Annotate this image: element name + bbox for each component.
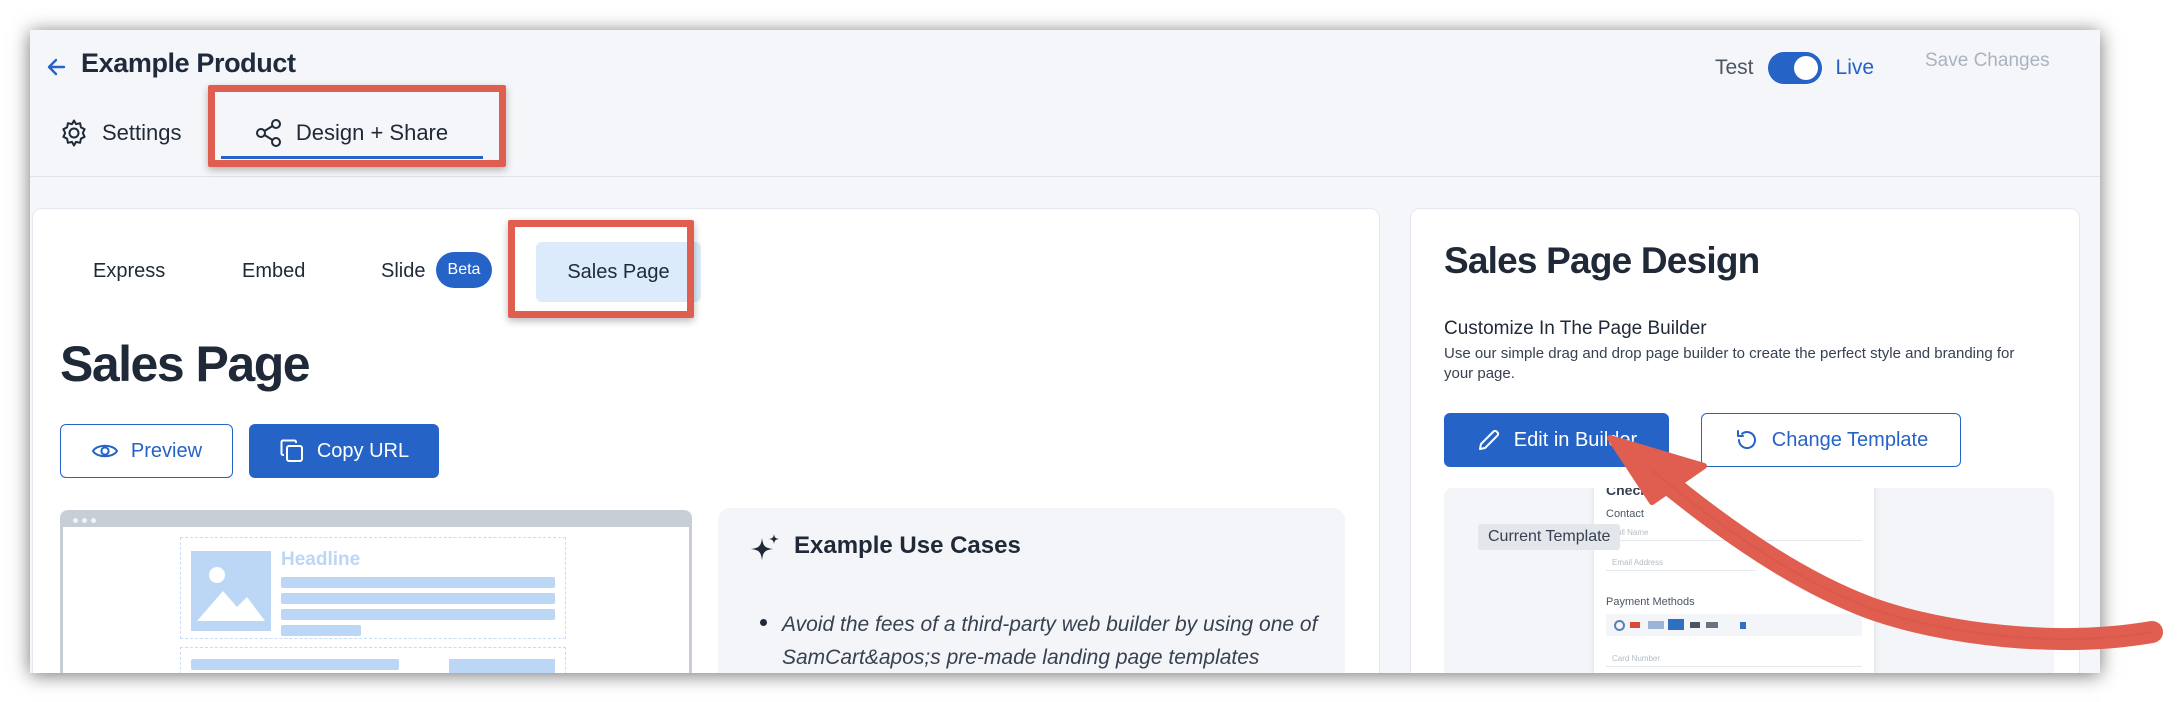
annotation-arrow [1607,435,2163,650]
